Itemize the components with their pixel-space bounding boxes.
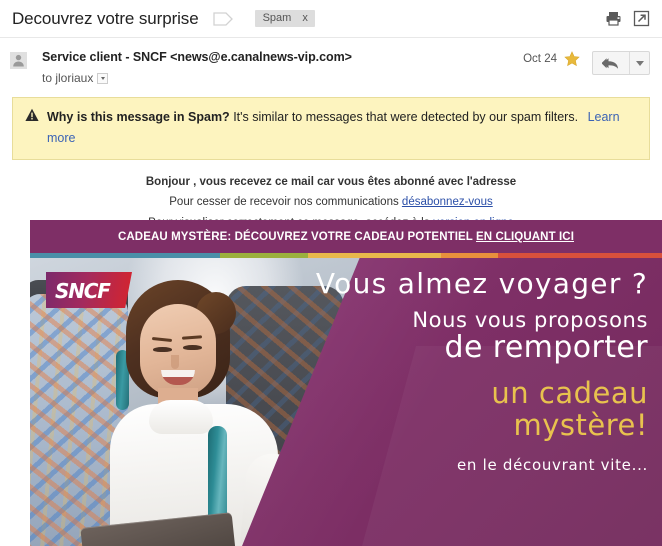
unsubscribe-link[interactable]: désabonnez-vous <box>402 196 493 208</box>
creative-header-bar: CADEAU MYSTÈRE: DÉCOUVREZ VOTRE CADEAU P… <box>30 220 662 253</box>
headline-gift-line2: mystère! <box>513 408 648 443</box>
woman-eye-right <box>183 345 202 350</box>
creative-body: SNCF Vous almez voyager ? Nous vous prop… <box>30 258 662 546</box>
woman-teeth <box>161 370 195 377</box>
spam-label-remove-icon[interactable]: x <box>302 10 308 27</box>
sncf-logo-text: SNCF <box>55 279 111 303</box>
recipient-line: to jloriaux <box>42 71 523 85</box>
creative-copy: Vous almez voyager ? Nous vous proposons… <box>298 268 648 474</box>
open-in-new-window-icon[interactable] <box>633 10 650 27</box>
woman-eye-left <box>153 347 172 352</box>
headline-primary: Vous almez voyager ? <box>315 267 648 300</box>
creative-header-text: CADEAU MYSTÈRE: DÉCOUVREZ VOTRE CADEAU P… <box>118 231 574 243</box>
headline-secondary: Nous vous proposons <box>412 308 648 333</box>
recipient-details-toggle[interactable] <box>97 72 109 84</box>
spam-warning-banner: Why is this message in Spam? It's simila… <box>12 97 650 161</box>
chevron-down-icon <box>635 60 644 66</box>
printer-icon[interactable] <box>605 10 622 27</box>
toolbar-actions <box>605 10 650 27</box>
headline-footer: en le découvrant vite... <box>457 455 648 474</box>
spam-label-chip[interactable]: Spam x <box>254 10 315 27</box>
gmail-message-view: Decouvrez votre surprise Spam x Service … <box>0 0 662 546</box>
message-header: Service client - SNCF <news@e.canalnews-… <box>0 38 662 93</box>
email-creative-banner: CADEAU MYSTÈRE: DÉCOUVREZ VOTRE CADEAU P… <box>30 220 662 546</box>
creative-header-label: CADEAU MYSTÈRE: DÉCOUVREZ VOTRE CADEAU P… <box>117 230 477 243</box>
unsubscribe-text: Pour cesser de recevoir nos communicatio… <box>169 196 402 209</box>
spam-label-text: Spam <box>262 12 292 24</box>
woman-nose <box>171 355 179 369</box>
woman-collar <box>149 400 213 434</box>
headline-gift-line1: un cadeau <box>491 375 648 410</box>
more-options-button[interactable] <box>629 52 649 74</box>
message-actions: Oct 24 <box>523 51 650 85</box>
sncf-logo: SNCF <box>46 272 132 308</box>
star-icon[interactable] <box>564 51 580 67</box>
headline-tertiary: de remporter <box>444 330 648 366</box>
recipient-text: to jloriaux <box>42 71 94 85</box>
sender-name-and-address[interactable]: Service client - SNCF <news@e.canalnews-… <box>42 50 523 64</box>
spam-warning-explanation: It's similar to messages that were detec… <box>233 110 579 124</box>
preamble-greeting: Bonjour , vous recevez ce mail car vous … <box>145 176 517 189</box>
chevron-down-icon <box>100 76 105 80</box>
avatar <box>10 52 27 69</box>
warning-triangle-icon <box>25 108 39 121</box>
spam-warning-text: Why is this message in Spam? It's simila… <box>47 107 637 148</box>
subject-toolbar: Decouvrez votre surprise Spam x <box>0 0 662 38</box>
label-tag-icon[interactable] <box>212 11 233 26</box>
click-here-link[interactable]: EN CLIQUANT ICI <box>476 231 574 243</box>
person-avatar-icon <box>13 54 24 67</box>
sender-info: Service client - SNCF <news@e.canalnews-… <box>42 50 523 85</box>
spam-warning-question: Why is this message in Spam? <box>47 110 230 124</box>
preamble-unsubscribe-line: Pour cesser de recevoir nos communicatio… <box>0 192 662 212</box>
message-date: Oct 24 <box>523 53 557 65</box>
reply-all-icon <box>602 57 619 69</box>
reply-all-button[interactable] <box>593 52 629 74</box>
reply-button-group <box>592 51 650 75</box>
page-title: Decouvrez votre surprise <box>12 8 199 28</box>
